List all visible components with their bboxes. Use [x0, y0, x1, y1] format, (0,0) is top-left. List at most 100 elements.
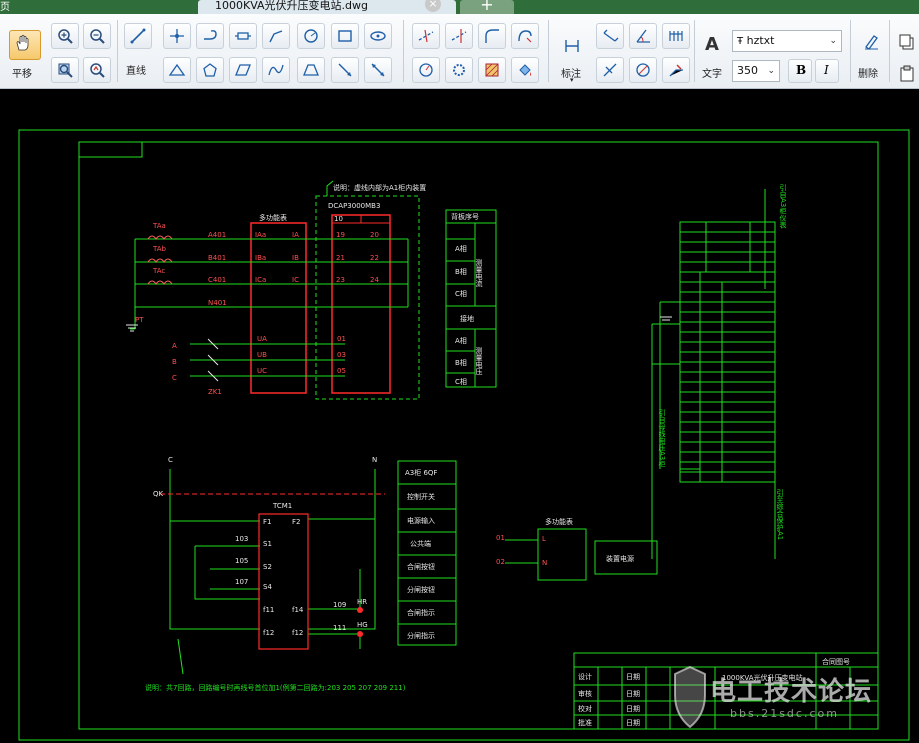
close-tab-icon[interactable]: ×	[425, 0, 441, 12]
rectangle-button[interactable]	[331, 23, 359, 49]
meas-b2: B相	[455, 358, 467, 367]
drawing-canvas[interactable]: 说明：虚线内部为A1柜内装置 多功能表 DCAP3000MB3 10 TAa T…	[0, 89, 919, 743]
volt-terminal-ua: UA	[257, 335, 267, 343]
legend-box-1: A3柜 6QF	[405, 468, 437, 477]
bold-label: B	[796, 63, 807, 77]
watermark-brand: 电工技术论坛	[710, 677, 873, 707]
triangle-icon	[168, 63, 186, 76]
hatch-button[interactable]	[478, 57, 506, 83]
spline-button[interactable]	[262, 23, 290, 49]
meas-a2: A相	[455, 336, 467, 345]
parallelogram-button[interactable]	[229, 57, 257, 83]
double-line-button[interactable]	[229, 23, 257, 49]
array-button[interactable]	[445, 57, 473, 83]
relay-pin-f2: F2	[292, 518, 300, 526]
rectangle-icon	[338, 30, 352, 42]
tab-label: 1000KVA光伏升压变电站.dwg	[215, 0, 369, 12]
triangle-button[interactable]	[163, 57, 191, 83]
legend-box-2: 控制开关	[407, 492, 435, 501]
arrow-line-button[interactable]	[331, 57, 359, 83]
double-arrow-icon	[371, 63, 385, 77]
dcap-term-21: 21	[336, 254, 345, 262]
tb-date-3: 日期	[626, 705, 640, 713]
font-value: hztxt	[746, 34, 775, 47]
window-title-fragment: 页	[0, 2, 10, 13]
angle-dim-button[interactable]	[629, 23, 657, 49]
zoom-out-button[interactable]	[83, 23, 111, 49]
meas-b1: B相	[455, 267, 467, 276]
arrow-line-icon	[338, 63, 352, 77]
cad-drawing[interactable]: 说明：虚线内部为A1柜内装置 多功能表 DCAP3000MB3 10 TAa T…	[0, 89, 919, 743]
diameter-dim-button[interactable]	[629, 57, 657, 83]
tab-drawing[interactable]: 1000KVA光伏升压变电站.dwg ×	[198, 0, 456, 14]
dimension-icon	[565, 40, 579, 52]
tb-row-design: 设计	[578, 672, 592, 681]
radius-dim-button[interactable]	[596, 57, 624, 83]
dev-terminal-ib: IBa	[255, 254, 266, 262]
spline-icon	[269, 30, 283, 43]
fill-button[interactable]	[511, 57, 539, 83]
chevron-down-icon[interactable]: ▾	[570, 76, 574, 84]
right-label-3: 引至综合保护A1	[776, 488, 784, 540]
toolbar-separator	[889, 20, 890, 82]
rotate-button[interactable]	[412, 57, 440, 83]
font-size-select[interactable]: 350 ⌄	[732, 60, 780, 82]
chevron-down-icon: ⌄	[767, 66, 775, 76]
trapezoid-button[interactable]	[297, 57, 325, 83]
zoom-window-button[interactable]	[51, 57, 79, 83]
leader-button[interactable]	[662, 57, 690, 83]
toolbar: 平移 直线 标注 ▾ A 文字 Ŧ hztxt ⌄ 350 ⌄ B I 删除	[0, 14, 919, 89]
phase-a: A	[172, 342, 177, 350]
pentagon-button[interactable]	[196, 57, 224, 83]
dcap-term-05: 05	[337, 367, 346, 375]
lamp-hg: HG	[357, 621, 368, 629]
trapezoid-icon	[303, 64, 319, 76]
clipboard-icon	[900, 65, 914, 82]
line-button[interactable]	[124, 23, 152, 49]
watermark-url: bbs.21sdc.com	[730, 707, 839, 720]
ellipse-button[interactable]	[364, 23, 392, 49]
paste-button[interactable]	[894, 62, 919, 88]
trim-button[interactable]	[412, 23, 440, 49]
parallelogram-icon	[235, 64, 251, 76]
legend-box-3: 电源输入	[407, 516, 435, 525]
angle-dim-icon	[636, 29, 650, 43]
double-arrow-button[interactable]	[364, 57, 392, 83]
bold-button[interactable]: B	[788, 59, 812, 83]
fillet-icon	[485, 29, 499, 43]
mm-pin-01: 01	[496, 534, 505, 542]
polyline-button[interactable]	[163, 23, 191, 49]
meas-col-voltage: 测量电压	[475, 347, 483, 376]
break-button[interactable]	[511, 23, 539, 49]
circle-button[interactable]	[297, 23, 325, 49]
delete-button[interactable]	[858, 30, 886, 56]
meas-c2: C相	[455, 377, 467, 386]
wire-label-c: C401	[208, 276, 226, 284]
new-tab-button[interactable]: +	[460, 0, 514, 14]
forum-watermark: 电工技术论坛 bbs.21sdc.com	[672, 665, 919, 735]
wire-105: 105	[235, 557, 248, 565]
zoom-realtime-icon	[90, 63, 105, 78]
diameter-dim-icon	[636, 63, 650, 77]
frame-corner-box	[78, 141, 143, 158]
dimension-button[interactable]	[559, 34, 587, 60]
multimeter-title-2: 多功能表	[545, 517, 573, 526]
zoom-realtime-button[interactable]	[83, 57, 111, 83]
freehand-button[interactable]	[262, 57, 290, 83]
aligned-dim-button[interactable]	[596, 23, 624, 49]
copy-button[interactable]	[894, 30, 919, 56]
freehand-icon	[268, 64, 284, 76]
italic-button[interactable]: I	[815, 59, 839, 83]
note-top: 说明：虚线内部为A1柜内装置	[333, 183, 426, 192]
meas-a1: A相	[455, 244, 467, 253]
fillet-button[interactable]	[478, 23, 506, 49]
arc-line-button[interactable]	[196, 23, 224, 49]
relay-pin-f11: f11	[263, 606, 274, 614]
text-icon[interactable]: A	[705, 34, 719, 55]
continuous-dim-button[interactable]	[662, 23, 690, 49]
font-select[interactable]: Ŧ hztxt ⌄	[732, 30, 842, 52]
pan-button[interactable]	[9, 30, 41, 60]
zoom-in-button[interactable]	[51, 23, 79, 49]
extend-button[interactable]	[445, 23, 473, 49]
text-label: 文字	[702, 69, 722, 80]
